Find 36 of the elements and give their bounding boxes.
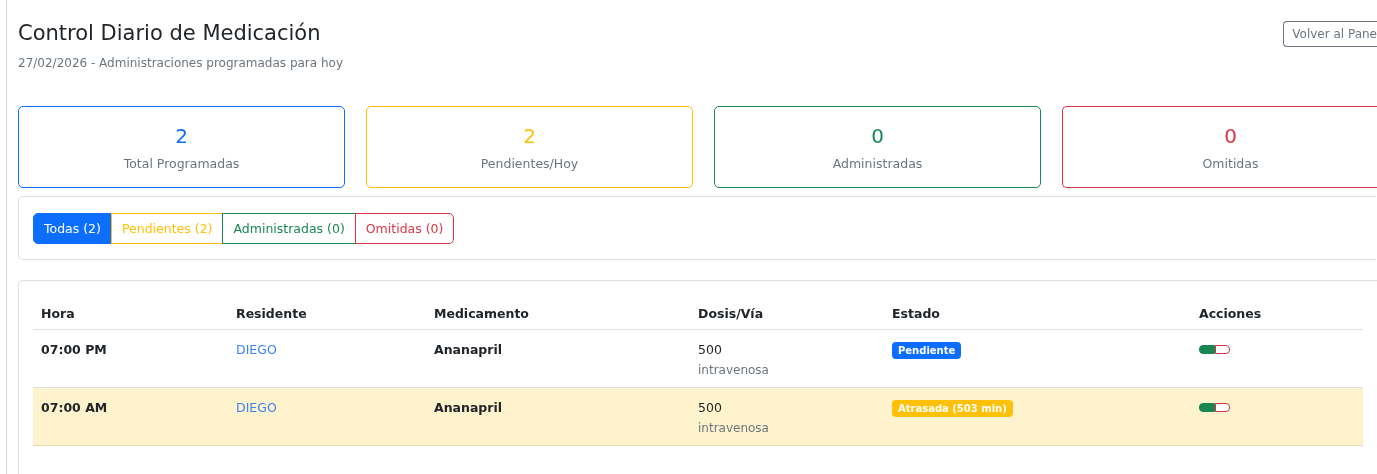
stat-label: Omitidas [1202,155,1259,171]
medication-cell: Ananapril [434,342,503,357]
route-text: intravenosa [698,363,770,377]
back-button[interactable]: Volver al Pane [1283,21,1377,47]
omit-button[interactable] [1215,403,1230,412]
column-header: Residente [228,295,426,330]
status-badge: Pendiente [892,342,962,359]
stat-value: 0 [871,123,884,148]
page-subtitle: 27/02/2026 - Administraciones programadas para hoy [18,56,343,70]
stat-label: Total Programadas [123,155,240,171]
medication-cell: Ananapril [434,400,503,415]
stat-value: 2 [523,123,536,148]
status-badge: Atrasada (503 min) [892,400,1013,417]
column-header: Hora [33,295,228,330]
stat-value: 0 [1224,123,1237,148]
route-text: intravenosa [698,421,770,435]
resident-link[interactable]: DIEGO [236,342,277,357]
administer-button[interactable] [1199,345,1215,354]
filter-tab[interactable]: Administradas (0) [222,212,356,244]
column-header: Acciones [1191,295,1363,330]
column-header: Dosis/Vía [690,295,884,330]
stat-label: Administradas [832,155,923,171]
time-cell: 07:00 AM [41,400,108,415]
column-header: Medicamento [426,295,690,330]
omit-button[interactable] [1215,345,1230,354]
stat-value: 2 [175,123,188,148]
time-cell: 07:00 PM [41,342,107,357]
column-header: Estado [884,295,1191,330]
page-title: Control Diario de Medicación [18,20,322,46]
resident-link[interactable]: DIEGO [236,400,277,415]
filter-tab[interactable]: Todas (2) [33,212,112,244]
filter-tab[interactable]: Omitidas (0) [354,212,455,244]
dose-text: 500 [698,342,722,357]
administer-button[interactable] [1199,403,1215,412]
dose-text: 500 [698,400,722,415]
stat-label: Pendientes/Hoy [480,155,579,171]
